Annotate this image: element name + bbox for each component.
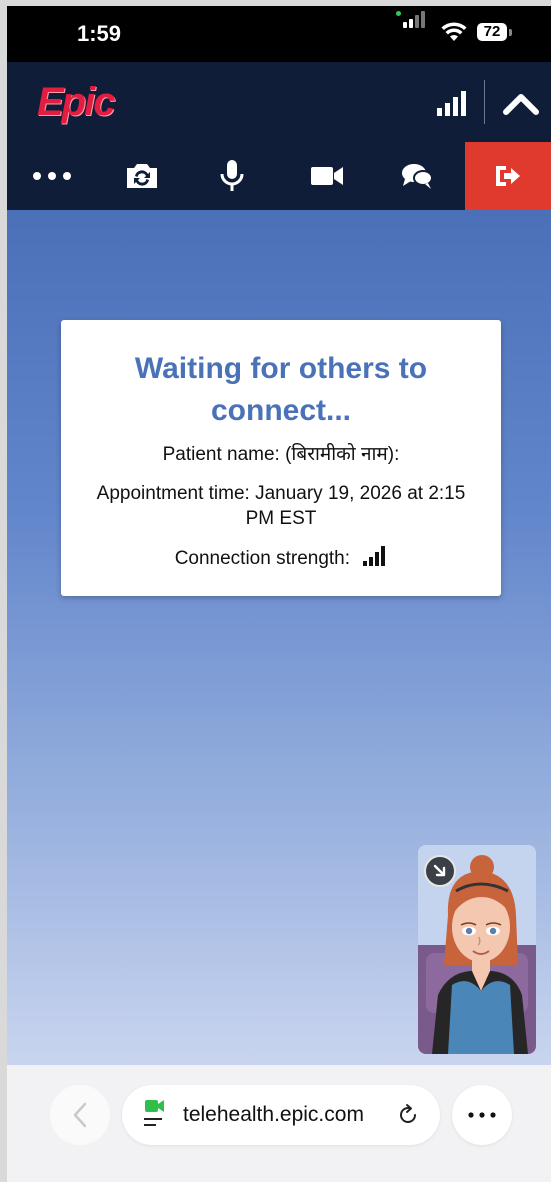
battery-tip (509, 29, 512, 36)
epic-logo: Epic (37, 80, 115, 124)
browser-toolbar: telehealth.epic.com (7, 1065, 551, 1182)
signal-strength-icon[interactable] (437, 90, 469, 116)
waiting-card: Waiting for others to connect... Patient… (61, 320, 501, 596)
ios-status-bar: 1:59 72 (7, 6, 551, 62)
more-dots-icon (33, 172, 71, 180)
wifi-icon (441, 22, 467, 41)
site-facetime-icon (144, 1100, 164, 1126)
chevron-left-icon (73, 1102, 87, 1128)
call-toolbar (7, 142, 551, 210)
arrow-down-right-icon (433, 864, 446, 877)
camera-in-use-indicator (396, 11, 401, 16)
switch-camera-icon (127, 164, 157, 188)
header-divider (484, 80, 485, 124)
back-button[interactable] (50, 1085, 110, 1145)
leave-visit-button[interactable] (465, 142, 551, 210)
more-options-button[interactable] (7, 142, 97, 210)
app-header: Epic (7, 62, 551, 142)
patient-name-label: Patient name: (बिरामीको नाम): (162, 444, 400, 465)
exit-icon (496, 166, 520, 186)
reload-icon[interactable] (396, 1103, 420, 1127)
chevron-up-icon[interactable] (501, 86, 541, 120)
waiting-title: Waiting for others to connect... (134, 352, 428, 427)
video-camera-icon (311, 167, 343, 185)
battery-level: 72 (477, 23, 507, 41)
switch-camera-button[interactable] (97, 142, 187, 210)
status-time: 1:59 (77, 21, 122, 46)
connection-strength-label: Connection strength: (174, 548, 351, 569)
address-bar[interactable]: telehealth.epic.com (122, 1085, 440, 1145)
microphone-icon (220, 160, 244, 191)
more-dots-icon (468, 1112, 496, 1118)
camera-button[interactable] (282, 142, 372, 210)
connection-strength-row: Connection strength: (61, 546, 501, 571)
microphone-button[interactable] (187, 142, 277, 210)
appointment-time-label: Appointment time: January 19, 2026 at 2:… (96, 483, 466, 529)
collapse-self-view-button[interactable] (424, 855, 456, 887)
connection-strength-icon (363, 546, 387, 566)
chat-button[interactable] (372, 142, 462, 210)
chat-bubbles-icon (402, 164, 433, 189)
browser-more-button[interactable] (452, 1085, 512, 1145)
url-text: telehealth.epic.com (183, 1103, 364, 1126)
